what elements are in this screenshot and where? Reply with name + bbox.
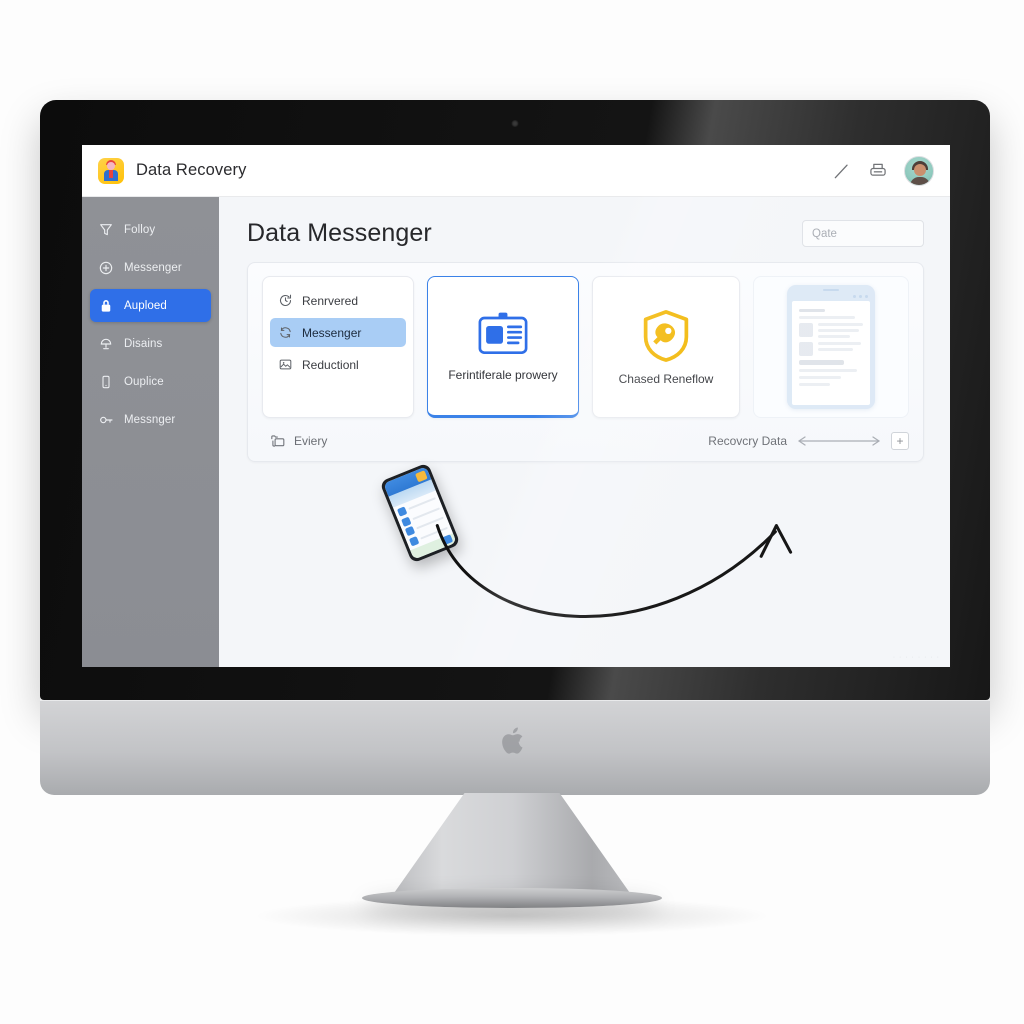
monitor-stand xyxy=(387,793,637,903)
floor-shadow xyxy=(252,896,772,936)
tools-panel: Renrvered Messenger Reductionl Ferintife… xyxy=(247,262,924,462)
imac-monitor: Data Recovery Folloy Messenger Auploed D… xyxy=(40,100,990,700)
tablet-document-preview-icon xyxy=(787,285,875,409)
sidebar-item-label: Folloy xyxy=(124,223,156,236)
panel-bar-left-label: Eviery xyxy=(294,434,328,448)
funnel-icon xyxy=(100,223,112,235)
add-button-label: + xyxy=(896,434,904,448)
monitor-chin xyxy=(40,700,990,795)
sidebar-item-label: Auploed xyxy=(124,299,167,312)
sidebar-item-disains[interactable]: Disains xyxy=(90,327,211,360)
feature-card-ferintiferale-prowery[interactable]: Ferintiferale prowery xyxy=(427,276,579,418)
list-item-label: Renrvered xyxy=(302,293,359,308)
app-title: Data Recovery xyxy=(136,161,247,179)
main-content: Data Messenger Qate Renrvered Messenger … xyxy=(219,197,950,667)
list-item-renrvered[interactable]: Renrvered xyxy=(270,286,406,315)
cards-row: Renrvered Messenger Reductionl Ferintife… xyxy=(248,263,923,426)
pencil-edit-icon[interactable] xyxy=(832,161,852,181)
application-window: Data Recovery Folloy Messenger Auploed D… xyxy=(82,145,950,667)
sidebar-item-auploed[interactable]: Auploed xyxy=(90,289,211,322)
window-body: Folloy Messenger Auploed Disains Ouplice… xyxy=(82,197,950,667)
user-avatar[interactable] xyxy=(904,155,934,186)
refresh-sync-icon xyxy=(280,327,291,338)
list-item-label: Reductionl xyxy=(302,357,359,372)
feature-card-label: Ferintiferale prowery xyxy=(448,368,558,382)
sidebar-item-label: Ouplice xyxy=(124,375,164,388)
annotation-stage: · · · · · · · · xyxy=(219,462,950,667)
shield-card-chased-reneflow[interactable]: Chased Reneflow xyxy=(592,276,740,418)
smartphone-device-icon xyxy=(379,462,461,564)
panel-bar-left[interactable]: Eviery xyxy=(270,434,327,448)
image-icon xyxy=(279,359,292,370)
shield-card-label: Chased Reneflow xyxy=(618,371,714,386)
sidebar-item-folloy[interactable]: Folloy xyxy=(90,213,211,246)
plus-circle-icon xyxy=(99,261,113,274)
mobile-phone-icon xyxy=(102,375,110,388)
lamp-icon xyxy=(100,338,112,349)
document-preview-card[interactable] xyxy=(753,276,909,418)
main-header: Data Messenger Qate xyxy=(219,197,950,258)
page-title: Data Messenger xyxy=(247,219,432,247)
sidebar-item-messnger[interactable]: Messnger xyxy=(90,403,211,436)
id-card-icon xyxy=(478,312,528,354)
panel-bottom-bar: Eviery Recovcry Data + xyxy=(248,426,923,461)
duplicate-files-icon xyxy=(271,435,285,447)
sidebar-item-label: Disains xyxy=(124,337,163,350)
search-input[interactable]: Qate xyxy=(802,220,924,247)
sidebar-item-ouplice[interactable]: Ouplice xyxy=(90,365,211,398)
shield-pen-icon xyxy=(643,309,689,362)
lock-icon xyxy=(101,299,111,312)
list-item-messenger[interactable]: Messenger xyxy=(270,318,406,347)
sidebar: Folloy Messenger Auploed Disains Ouplice… xyxy=(82,197,219,667)
list-item-reductionl[interactable]: Reductionl xyxy=(270,350,406,379)
app-avatar-logo-icon xyxy=(98,157,124,184)
scene: Data Recovery Folloy Messenger Auploed D… xyxy=(0,0,1024,1024)
titlebar-actions xyxy=(832,155,934,186)
panel-bar-right: Recovcry Data + xyxy=(708,432,909,450)
recovery-type-list-card: Renrvered Messenger Reductionl xyxy=(262,276,414,418)
corner-watermark: · · · · · · · · xyxy=(892,654,940,661)
curved-arrow-icon xyxy=(435,524,793,618)
key-icon xyxy=(100,416,113,423)
apple-logo-icon xyxy=(502,727,523,754)
clock-history-icon xyxy=(280,294,292,306)
printer-icon[interactable] xyxy=(868,161,888,181)
list-item-label: Messenger xyxy=(302,325,362,340)
double-arrow-icon[interactable] xyxy=(796,435,882,447)
search-placeholder: Qate xyxy=(812,227,837,240)
sidebar-item-label: Messenger xyxy=(124,261,182,274)
webcam-dot-icon xyxy=(511,120,519,127)
display-screen: Data Recovery Folloy Messenger Auploed D… xyxy=(82,145,950,667)
sidebar-item-label: Messnger xyxy=(124,413,176,426)
sidebar-item-messenger[interactable]: Messenger xyxy=(90,251,211,284)
add-button[interactable]: + xyxy=(891,432,909,450)
panel-bar-right-label: Recovcry Data xyxy=(708,434,787,448)
title-bar: Data Recovery xyxy=(82,145,950,197)
